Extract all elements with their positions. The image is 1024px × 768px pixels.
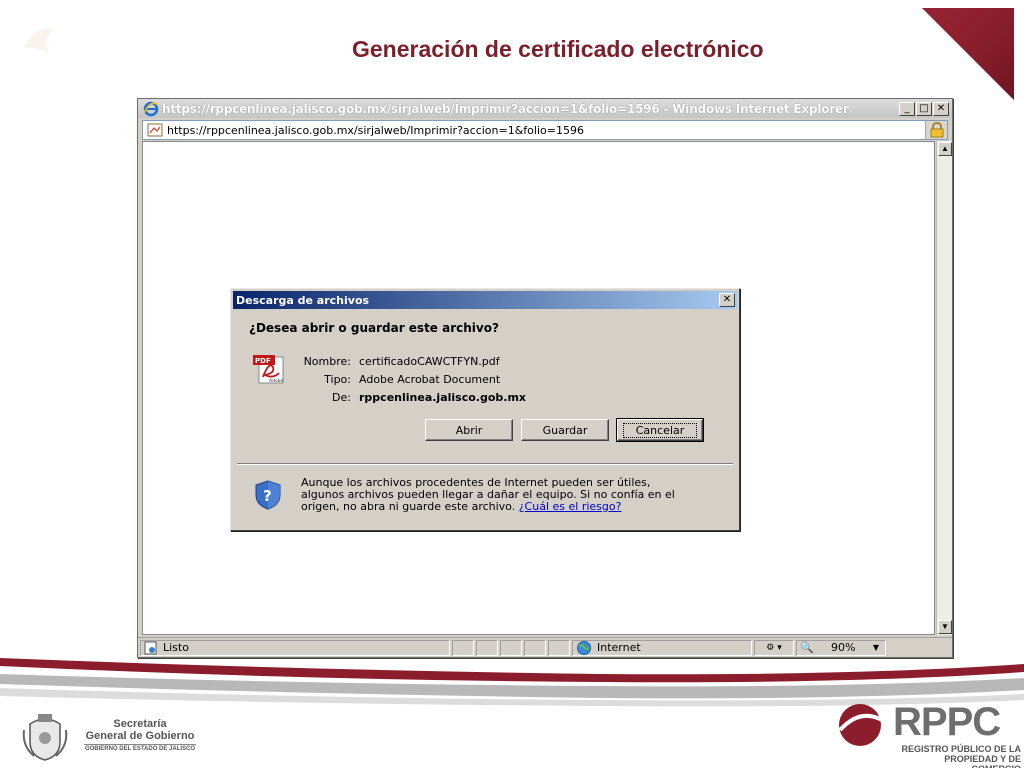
minimize-button[interactable]: _ xyxy=(899,101,915,116)
footer-swoosh-icon xyxy=(0,658,1024,707)
open-button[interactable]: Abrir xyxy=(425,419,513,441)
dialog-divider xyxy=(237,463,733,465)
pdf-file-icon: PDF Adobe xyxy=(253,355,284,384)
address-url: https://rppcenlinea.jalisco.gob.mx/sirja… xyxy=(167,123,584,137)
scroll-up-icon[interactable]: ▲ xyxy=(938,142,952,156)
file-info: Nombre: certificadoCAWCTFYN.pdf Tipo: Ad… xyxy=(291,352,526,406)
cancel-button[interactable]: Cancelar xyxy=(616,418,704,442)
gov-line-2: General de Gobierno xyxy=(85,730,195,742)
browser-titlebar[interactable]: https://rppcenlinea.jalisco.gob.mx/sirja… xyxy=(138,99,952,118)
warning-message: Aunque los archivos procedentes de Inter… xyxy=(301,477,681,513)
dialog-title: Descarga de archivos xyxy=(236,293,370,307)
rppc-emblem-icon xyxy=(838,704,883,746)
rppc-sub-line-2: PROPIEDAD Y DE COMERCIO xyxy=(944,754,1021,768)
watermark-logo-icon xyxy=(23,28,53,52)
vertical-scrollbar[interactable]: ▲ ▼ xyxy=(936,141,952,635)
government-branding: Secretaría General de Gobierno GOBIERNO … xyxy=(84,718,196,752)
gov-line-1: Secretaría xyxy=(113,718,167,730)
dialog-close-button[interactable]: ✕ xyxy=(719,293,735,307)
file-name: certificadoCAWCTFYN.pdf xyxy=(359,354,500,368)
security-lock-icon[interactable] xyxy=(925,121,947,139)
gov-line-3: GOBIERNO DEL ESTADO DE JALISCO xyxy=(84,744,196,752)
rppc-sub-line-1: REGISTRO PÚBLICO DE LA xyxy=(901,744,1021,754)
save-button[interactable]: Guardar xyxy=(521,419,609,441)
pdf-icon-sub: Adobe xyxy=(269,378,283,384)
security-shield-icon: ? xyxy=(255,480,281,510)
rppc-brand: RPPC xyxy=(893,700,1001,744)
maximize-button[interactable]: □ xyxy=(916,101,932,116)
internet-explorer-icon xyxy=(143,101,159,116)
dialog-titlebar[interactable]: Descarga de archivos ✕ xyxy=(233,291,737,309)
risk-link[interactable]: ¿Cuál es el riesgo? xyxy=(519,500,622,513)
address-bar[interactable]: https://rppcenlinea.jalisco.gob.mx/sirja… xyxy=(142,120,948,140)
jalisco-coat-of-arms-icon xyxy=(22,714,68,761)
from-label: De: xyxy=(332,390,351,404)
type-label: Tipo: xyxy=(324,372,351,386)
close-window-button[interactable]: ✕ xyxy=(933,101,949,116)
dialog-question: ¿Desea abrir o guardar este archivo? xyxy=(249,321,499,335)
browser-window-title: https://rppcenlinea.jalisco.gob.mx/sirja… xyxy=(162,101,849,116)
slide-title: Generación de certificado electrónico xyxy=(352,36,764,62)
name-label: Nombre: xyxy=(303,354,351,368)
pdf-icon-label: PDF xyxy=(255,357,271,365)
rppc-subtitle: REGISTRO PÚBLICO DE LA PROPIEDAD Y DE CO… xyxy=(893,744,1021,768)
scroll-down-icon[interactable]: ▼ xyxy=(938,620,952,634)
corner-decoration-icon xyxy=(922,8,1014,100)
svg-text:?: ? xyxy=(263,487,272,505)
page-icon xyxy=(147,123,163,137)
file-download-dialog: Descarga de archivos ✕ ¿Desea abrir o gu… xyxy=(230,288,740,531)
file-source: rppcenlinea.jalisco.gob.mx xyxy=(359,390,526,404)
file-type: Adobe Acrobat Document xyxy=(359,372,501,386)
